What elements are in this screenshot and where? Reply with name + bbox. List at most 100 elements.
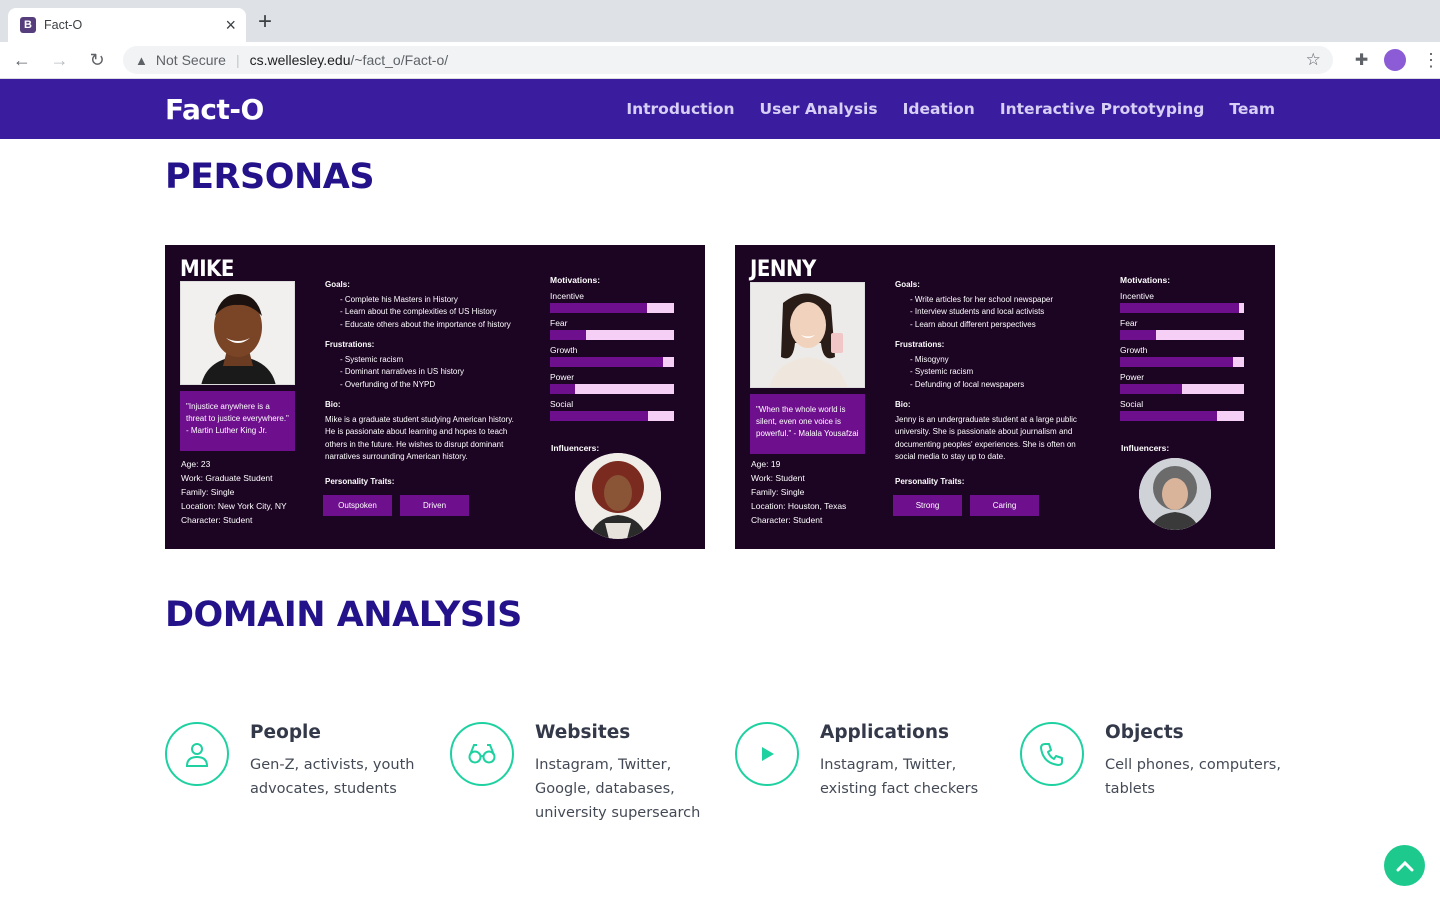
persona-facts: Age: 19 Work: Student Family: Single Loc… [751, 457, 846, 527]
persona-portrait-icon [751, 283, 864, 387]
persona-facts: Age: 23 Work: Graduate Student Family: S… [181, 457, 287, 527]
domain-description: Instagram, Twitter, Google, databases, u… [535, 757, 701, 821]
motivation-row: Power [550, 372, 680, 399]
list-item: Misogyny [910, 354, 1095, 367]
browser-toolbar: ← → ↻ ▲ Not Secure | cs.wellesley.edu /~… [0, 42, 1440, 79]
trait-badge: Strong [893, 495, 962, 516]
nav-link-team[interactable]: Team [1229, 100, 1275, 118]
new-tab-icon[interactable]: + [258, 10, 272, 34]
fact-age: Age: 19 [751, 459, 781, 469]
forward-arrow-icon[interactable]: → [44, 50, 76, 71]
reload-icon[interactable]: ↻ [81, 50, 113, 71]
persona-name: JENNY [750, 257, 816, 282]
persona-card-mike: MIKE "Injustice anywhere is a threat to … [165, 245, 705, 549]
motivation-row: Growth [550, 345, 680, 372]
domain-description: Gen-Z, activists, youth advocates, stude… [250, 757, 415, 797]
back-to-top-button[interactable] [1384, 845, 1425, 886]
domain-item-applications: Applications Instagram, Twitter, existin… [735, 722, 1005, 801]
fact-age: Age: 23 [181, 459, 211, 469]
list-item: Complete his Masters in History [340, 294, 525, 307]
fact-character: Character: Student [181, 515, 253, 525]
traits-row: Outspoken Driven [323, 495, 469, 516]
trait-badge: Driven [400, 495, 469, 516]
motivation-bar-fill [1120, 330, 1156, 340]
persona-name: MIKE [180, 257, 234, 282]
motivation-bar [550, 303, 674, 313]
nav-link-user-analysis[interactable]: User Analysis [760, 100, 878, 118]
bio-label: Bio: [895, 400, 911, 409]
extensions-puzzle-icon[interactable]: ✚ [1355, 50, 1368, 70]
motivation-bar [1120, 384, 1244, 394]
domain-title: Objects [1105, 722, 1184, 743]
security-label[interactable]: Not Secure [156, 52, 226, 68]
nav-link-interactive-prototyping[interactable]: Interactive Prototyping [1000, 100, 1205, 118]
back-arrow-icon[interactable]: ← [6, 50, 38, 71]
fact-work: Work: Graduate Student [181, 473, 273, 483]
url-path[interactable]: /~fact_o/Fact-o/ [350, 52, 448, 68]
traits-label: Personality Traits: [895, 476, 965, 486]
motivation-label: Fear [550, 318, 568, 328]
motivation-bar-fill [1120, 411, 1217, 421]
address-bar[interactable]: ▲ Not Secure | cs.wellesley.edu /~fact_o… [123, 46, 1333, 74]
fact-character: Character: Student [751, 515, 823, 525]
list-item: Interview students and local activists [910, 306, 1095, 319]
nav-link-introduction[interactable]: Introduction [626, 100, 734, 118]
motivation-bar [1120, 330, 1244, 340]
motivation-bar-fill [550, 384, 575, 394]
frustrations-list: Systemic racism Dominant narratives in U… [325, 354, 525, 392]
list-item: Learn about the complexities of US Histo… [340, 306, 525, 319]
motivation-bar [550, 330, 674, 340]
glasses-icon [450, 722, 514, 786]
motivation-label: Incentive [1120, 291, 1155, 301]
nav-link-ideation[interactable]: Ideation [903, 100, 975, 118]
influencer-photo [575, 453, 661, 539]
motivation-bar-fill [550, 303, 647, 313]
motivation-bar-fill [1120, 384, 1182, 394]
motivation-label: Social [1120, 399, 1144, 409]
motivations: Motivations: Incentive Fear Growth Power Soc… [1120, 275, 1250, 426]
personas-heading: PERSONAS [165, 157, 375, 197]
nav-links: Introduction User Analysis Ideation Inte… [626, 100, 1275, 118]
domain-description: Instagram, Twitter, existing fact checke… [820, 757, 979, 797]
motivation-bar [1120, 303, 1244, 313]
site-brand[interactable]: Fact-O [165, 93, 264, 126]
list-item: Write articles for her school newspaper [910, 294, 1095, 307]
tab-title: Fact-O [44, 18, 83, 32]
url-host[interactable]: cs.wellesley.edu [250, 52, 351, 68]
motivation-label: Social [550, 399, 574, 409]
phone-icon [1020, 722, 1084, 786]
motivation-bar [550, 357, 674, 367]
chevron-up-icon [1396, 860, 1413, 871]
bio-label: Bio: [325, 400, 341, 409]
play-icon [735, 722, 799, 786]
persona-details: Goals: Complete his Masters in History L… [325, 279, 525, 490]
persona-quote: "Injustice anywhere is a threat to justi… [180, 391, 295, 451]
frustrations-label: Frustrations: [895, 340, 945, 349]
bookmark-star-icon[interactable]: ☆ [1306, 50, 1321, 70]
goals-label: Goals: [895, 280, 920, 289]
influencer-photo [1139, 458, 1211, 530]
browser-tab[interactable]: B Fact-O × [8, 8, 246, 42]
motivation-row: Incentive [1120, 291, 1250, 318]
motivation-row: Fear [550, 318, 680, 345]
browser-menu-icon[interactable]: ⋮ [1422, 50, 1440, 71]
profile-avatar[interactable] [1384, 49, 1406, 71]
warning-icon[interactable]: ▲ [135, 53, 148, 68]
list-item: Defunding of local newspapers [910, 379, 1095, 392]
motivation-row: Power [1120, 372, 1250, 399]
persona-portrait-icon [181, 282, 294, 384]
domain-item-people: People Gen-Z, activists, youth advocates… [165, 722, 435, 801]
traits-label: Personality Traits: [325, 476, 395, 486]
motivation-bar [1120, 357, 1244, 367]
tab-close-icon[interactable]: × [225, 16, 236, 34]
site-navbar: Fact-O Introduction User Analysis Ideati… [0, 79, 1440, 139]
motivation-bar [1120, 411, 1244, 421]
motivations-label: Motivations: [1120, 275, 1171, 285]
domain-title: People [250, 722, 321, 743]
motivation-bar-fill [1120, 357, 1233, 367]
fact-work: Work: Student [751, 473, 805, 483]
influencers-label: Influencers: [1121, 443, 1170, 453]
traits-row: Strong Caring [893, 495, 1039, 516]
bio-text: Jenny is an undergraduate student at a l… [895, 414, 1077, 462]
fact-location: Location: New York City, NY [181, 501, 287, 511]
